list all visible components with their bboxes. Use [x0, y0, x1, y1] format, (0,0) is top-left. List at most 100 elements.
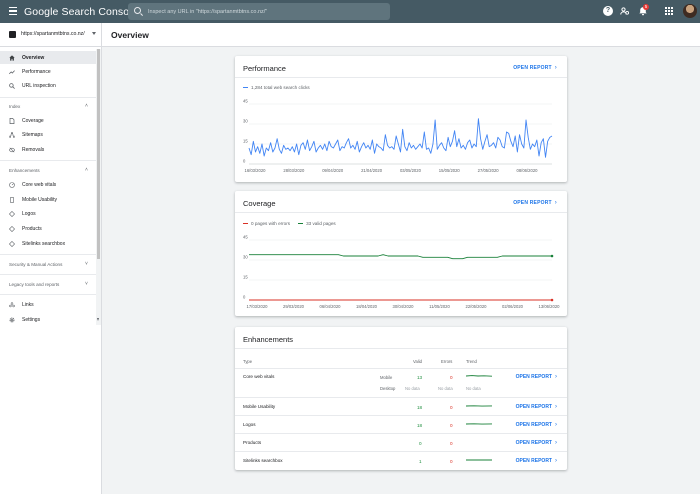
sidebar-divider [0, 160, 96, 161]
x-tick-label: 21/04/2020 [361, 168, 383, 173]
sidebar-item-label: Sitemaps [22, 131, 43, 138]
y-tick-label: 0 [243, 159, 246, 164]
sidebar-item-label: Removals [22, 146, 45, 153]
property-selector[interactable]: https://spartanmtbtns.co.nz/ [0, 23, 102, 47]
chevron-up-icon[interactable]: ˄ [85, 103, 88, 109]
sidebar-item-mobile-usability[interactable]: Mobile Usability [0, 193, 96, 206]
page-title: Overview [111, 30, 149, 40]
sidebar-item-label: Mobile Usability [22, 196, 58, 203]
chevron-down-icon[interactable]: ˅ [85, 261, 88, 267]
y-tick-label: 30 [243, 119, 248, 124]
url-inspect-search[interactable] [128, 3, 390, 20]
account-avatar[interactable] [683, 4, 697, 18]
url-inspect-input[interactable] [148, 5, 384, 18]
sidebar-item-links[interactable]: Links [0, 298, 96, 311]
series-end-point[interactable] [550, 254, 554, 258]
y-tick-label: 45 [243, 99, 248, 104]
trend-sparkline [466, 459, 492, 461]
sidebar-item-coverage[interactable]: Coverage [0, 114, 96, 127]
sidebar-item-overview[interactable]: Overview [0, 51, 96, 64]
sidebar-item-products[interactable]: Products [0, 222, 96, 235]
sidebar-divider [0, 254, 96, 255]
row-errors: 0 [450, 405, 453, 410]
open-report-label: OPEN REPORT [515, 422, 552, 428]
y-tick-label: 15 [243, 275, 248, 280]
trending-up-icon [9, 69, 15, 75]
sidebar-divider [0, 97, 96, 98]
sidebar-item-sitemaps[interactable]: Sitemaps [0, 128, 96, 141]
scroll-down-arrow-icon[interactable] [97, 318, 99, 321]
row-errors-nodata: No data [438, 386, 453, 391]
app-brand[interactable]: Google Search Console [24, 6, 138, 18]
sidebar-scroll-thumb[interactable] [97, 49, 100, 259]
sidebar-item-sitelinks-searchbox[interactable]: Sitelinks searchbox [0, 237, 96, 250]
x-tick-label: 28/03/2020 [283, 168, 305, 173]
trend-sparkline [466, 375, 492, 377]
chevron-up-icon[interactable]: ˄ [85, 167, 88, 173]
row-divider [235, 451, 567, 452]
sitemap-icon [9, 131, 15, 138]
x-tick-label: 06/04/2020 [320, 304, 342, 309]
row-divider [235, 433, 567, 434]
row-type-products: Products [243, 440, 262, 445]
section-enhancements-label[interactable]: Enhancements [9, 168, 40, 173]
help-icon[interactable]: ? [603, 6, 613, 16]
sidebar-item-label: Coverage [22, 117, 44, 124]
property-label: https://spartanmtbtns.co.nz/ [21, 31, 85, 37]
coverage-chart: 45 30 15 017/03/2020 29/03/2020 06/04/2020 18/… [243, 235, 561, 310]
x-tick-label: 29/03/2020 [283, 304, 305, 309]
x-tick-label: 27/05/2020 [478, 168, 500, 173]
sidebar-item-core-web-vitals[interactable]: Core web vitals [0, 178, 96, 191]
x-tick-label: 03/05/2020 [400, 168, 422, 173]
row-valid: 1 [419, 459, 422, 464]
sidebar-item-label: Core web vitals [22, 181, 57, 188]
series-line[interactable] [248, 118, 553, 158]
logos-open-report-button[interactable]: OPEN REPORT › [516, 422, 557, 428]
core-web-vitals-open-report-button[interactable]: OPEN REPORT › [516, 374, 557, 380]
row-sub-mobile: Mobile [380, 375, 393, 380]
sidebar-item-removals[interactable]: Removals [0, 143, 96, 156]
x-tick-label: 15/05/2020 [439, 168, 461, 173]
products-open-report-button[interactable]: OPEN REPORT › [516, 440, 557, 446]
sidebar-item-logos[interactable]: Logos [0, 207, 96, 220]
card-divider [235, 348, 567, 349]
row-type-logos: Logos [243, 422, 256, 427]
chevron-down-icon[interactable]: ˅ [85, 281, 88, 287]
sitelinks-open-report-button[interactable]: OPEN REPORT › [516, 458, 557, 464]
sidebar-item-url-inspection[interactable]: URL inspection [0, 79, 96, 92]
row-valid: 0 [419, 441, 422, 446]
row-errors: 0 [450, 441, 453, 446]
row-type-mobile-usability: Mobile Usability [243, 404, 276, 409]
x-tick-label: 13/06/2020 [539, 304, 561, 309]
row-divider [235, 397, 567, 398]
col-header-errors: Errors [441, 359, 453, 364]
section-index-label[interactable]: Index [9, 104, 20, 109]
sidebar-item-performance[interactable]: Performance [0, 65, 96, 78]
sidebar-item-label: Products [22, 225, 42, 232]
mobile-usability-open-report-button[interactable]: OPEN REPORT › [516, 404, 557, 410]
phone-icon [9, 196, 15, 203]
series-line[interactable] [249, 254, 552, 260]
x-tick-label: 09/04/2020 [322, 168, 344, 173]
gear-icon [9, 317, 15, 323]
menu-icon[interactable] [9, 7, 17, 15]
performance-card: Performance OPEN REPORT › 1,284 total web… [235, 56, 567, 182]
apps-grid-icon[interactable] [665, 7, 673, 15]
sidebar-item-label: URL inspection [22, 82, 56, 89]
chevron-right-icon: › [555, 422, 557, 428]
sidebar-nav: Overview Performance URL inspection Inde… [0, 47, 102, 494]
section-security-label[interactable]: Security & Manual Actions [9, 262, 62, 267]
manage-users-icon[interactable] [620, 6, 630, 16]
x-tick-label: 22/05/2020 [466, 304, 488, 309]
row-valid-nodata: No data [405, 386, 420, 391]
section-legacy-label[interactable]: Legacy tools and reports [9, 282, 59, 287]
chevron-right-icon: › [555, 374, 557, 380]
enhancements-title: Enhancements [243, 335, 294, 344]
sidebar-divider [0, 274, 96, 275]
series-end-point[interactable] [550, 298, 554, 302]
chevron-right-icon: › [555, 440, 557, 446]
subheader: https://spartanmtbtns.co.nz/ Overview [0, 23, 700, 47]
link-icon [9, 301, 15, 308]
sidebar-item-settings[interactable]: Settings [0, 313, 96, 326]
performance-chart: 45 30 15 0 16/03/2020 28/03/2020 09/04/2020 21/… [243, 99, 553, 173]
